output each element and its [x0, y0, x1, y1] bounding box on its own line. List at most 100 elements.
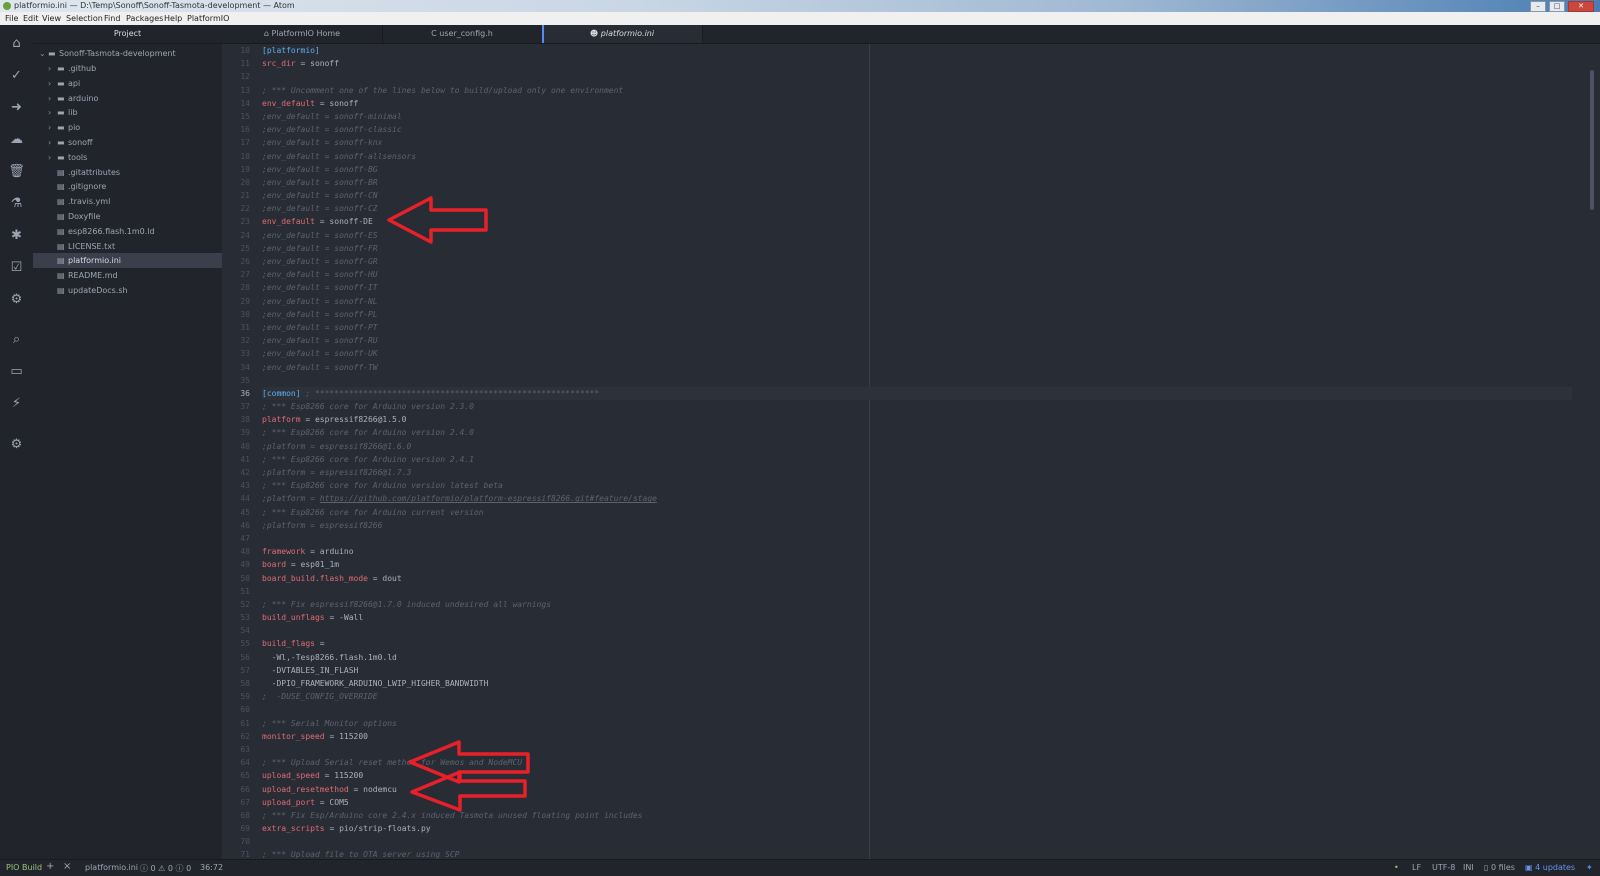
tree-folder[interactable]: › ▬ sonoff	[48, 135, 93, 150]
code-line[interactable]	[262, 585, 1572, 598]
code-editor[interactable]: 10 11 12 13 14 15 16 17 18 19 20 21 22 23 24 25 26 27 28 29…	[222, 44, 1600, 859]
menu-edit[interactable]: Edit	[23, 14, 39, 23]
plug-icon[interactable]: ⚡	[8, 395, 25, 412]
code-line[interactable]: build_unflags = -Wall	[262, 611, 1572, 624]
status-diagnostics[interactable]: ⓘ 0 ⚠ 0 ⓘ 0	[140, 863, 191, 874]
arrow-right-icon[interactable]: ➜	[8, 99, 25, 116]
close-window-button[interactable]: ✕	[1568, 1, 1594, 12]
code-line[interactable]: ; *** Fix espressif8266@1.7.0 induced un…	[262, 598, 1572, 611]
code-line[interactable]: ;env_default = sonoff-classic	[262, 123, 1572, 136]
code-line[interactable]: board_build.flash_mode = dout	[262, 572, 1572, 585]
code-line[interactable]: ; -DUSE_CONFIG_OVERRIDE	[262, 690, 1572, 703]
code-line[interactable]	[262, 70, 1572, 83]
code-line[interactable]: ;env_default = sonoff-RU	[262, 334, 1572, 347]
code-line[interactable]: ;platform = espressif8266@1.7.3	[262, 466, 1572, 479]
code-line[interactable]: ;env_default = sonoff-UK	[262, 347, 1572, 360]
updates-link[interactable]: ▣ 4 updates	[1525, 863, 1575, 872]
code-line[interactable]: ;env_default = sonoff-FR	[262, 242, 1572, 255]
code-line[interactable]: ;env_default = sonoff-CN	[262, 189, 1572, 202]
code-line[interactable]: platform = espressif8266@1.5.0	[262, 413, 1572, 426]
tree-file[interactable]: ▤ LICENSE.txt	[48, 239, 115, 254]
tab-platformio-home[interactable]: ⌂ PlatformIO Home	[222, 25, 383, 43]
code-line[interactable]: upload_speed = 115200	[262, 769, 1572, 782]
code-line[interactable]	[262, 703, 1572, 716]
code-line[interactable]: ; *** Esp8266 core for Arduino version l…	[262, 479, 1572, 492]
tree-file[interactable]: ▤ updateDocs.sh	[48, 283, 128, 298]
code-line[interactable]: ;env_default = sonoff-PL	[262, 308, 1572, 321]
code-line[interactable]	[262, 374, 1572, 387]
code-line[interactable]: upload_port = COM5	[262, 796, 1572, 809]
code-line[interactable]: upload_resetmethod = nodemcu	[262, 783, 1572, 796]
code-line[interactable]: build_flags =	[262, 637, 1572, 650]
home-icon[interactable]: ⌂	[8, 35, 25, 52]
code-line[interactable]: monitor_speed = 115200	[262, 730, 1572, 743]
tree-folder[interactable]: › ▬ arduino	[48, 91, 98, 106]
flask-icon[interactable]: ⚗	[8, 195, 25, 212]
code-line[interactable]	[262, 532, 1572, 545]
tree-file[interactable]: ▤ README.md	[48, 268, 118, 283]
pio-build-button[interactable]: PIO Build	[6, 863, 42, 872]
menu-help[interactable]: Help	[164, 14, 182, 23]
terminal-icon[interactable]: ▭	[8, 363, 25, 380]
tab-user-config[interactable]: C user_config.h	[382, 25, 543, 43]
code-line[interactable]: ; *** Serial Monitor options	[262, 717, 1572, 730]
grammar[interactable]: INI	[1463, 863, 1474, 872]
network-icon[interactable]: ⚙	[8, 291, 25, 308]
code-line[interactable]: [common] ; *****************************…	[262, 386, 1572, 401]
code-line[interactable]	[262, 743, 1572, 756]
bug-icon[interactable]: ✱	[8, 227, 25, 244]
tree-file[interactable]: ▤ platformio.ini	[33, 253, 237, 269]
tree-root-folder[interactable]: ⌄ ▬ Sonoff-Tasmota-development	[39, 46, 176, 61]
code-line[interactable]	[262, 624, 1572, 637]
cloud-upload-icon[interactable]: ☁	[8, 131, 25, 148]
code-line[interactable]: extra_scripts = pio/strip-floats.py	[262, 822, 1572, 835]
menu-file[interactable]: File	[5, 14, 18, 23]
code-line[interactable]: ; *** Esp8266 core for Arduino version 2…	[262, 453, 1572, 466]
task-list-icon[interactable]: ☑	[8, 259, 25, 276]
tree-file[interactable]: ▤ Doxyfile	[48, 209, 100, 224]
menu-selection[interactable]: Selection	[66, 14, 103, 23]
code-line[interactable]: ;platform = espressif8266@1.6.0	[262, 440, 1572, 453]
status-file-name[interactable]: platformio.ini	[85, 863, 138, 872]
menu-find[interactable]: Find	[104, 14, 120, 23]
tree-file[interactable]: ▤ esp8266.flash.1m0.ld	[48, 224, 155, 239]
code-line[interactable]: ; *** Esp8266 core for Arduino version 2…	[262, 400, 1572, 413]
code-line[interactable]: ; *** Upload file to OTA server using SC…	[262, 848, 1572, 859]
tree-folder[interactable]: › ▬ .github	[48, 61, 96, 76]
menu-packages[interactable]: Packages	[126, 14, 163, 23]
code-line[interactable]: ;platform = https://github.com/platformi…	[262, 492, 1572, 505]
code-line[interactable]: ; *** Upload Serial reset method for Wem…	[262, 756, 1572, 769]
twitter-icon[interactable]: ✦	[1586, 863, 1593, 872]
code-line[interactable]: ;env_default = sonoff-TW	[262, 361, 1572, 374]
code-line[interactable]: src_dir = sonoff	[262, 57, 1572, 70]
code-line[interactable]: [platformio]	[262, 44, 1572, 57]
menu-platformio[interactable]: PlatformIO	[187, 14, 229, 23]
file-encoding[interactable]: UTF-8	[1432, 863, 1455, 872]
tree-folder[interactable]: › ▬ api	[48, 76, 80, 91]
code-line[interactable]: ;env_default = sonoff-PT	[262, 321, 1572, 334]
tree-folder[interactable]: › ▬ tools	[48, 150, 87, 165]
code-line[interactable]: ;env_default = sonoff-knx	[262, 136, 1572, 149]
add-terminal-button[interactable]: +	[46, 861, 54, 872]
code-line[interactable]: -DVTABLES_IN_FLASH	[262, 664, 1572, 677]
code-line[interactable]: ; *** Fix Esp/Arduino core 2.4.x induced…	[262, 809, 1572, 822]
code-line[interactable]: ;env_default = sonoff-minimal	[262, 110, 1572, 123]
trash-icon[interactable]: 🗑	[8, 163, 25, 180]
code-line[interactable]: env_default = sonoff-DE	[262, 215, 1572, 228]
minimize-button[interactable]: –	[1530, 1, 1546, 12]
gear-icon[interactable]: ⚙	[8, 436, 25, 453]
close-terminal-button[interactable]: ×	[63, 861, 71, 872]
code-line[interactable]: ;env_default = sonoff-IT	[262, 281, 1572, 294]
file-count[interactable]: ▯ 0 files	[1484, 863, 1515, 872]
maximize-button[interactable]: □	[1549, 1, 1565, 12]
line-ending[interactable]: LF	[1412, 863, 1421, 872]
code-line[interactable]: ;platform = espressif8266	[262, 519, 1572, 532]
code-line[interactable]: framework = arduino	[262, 545, 1572, 558]
check-icon[interactable]: ✓	[8, 67, 25, 84]
code-line[interactable]: env_default = sonoff	[262, 97, 1572, 110]
cursor-position[interactable]: 36:72	[200, 863, 223, 872]
code-line[interactable]: board = esp01_1m	[262, 558, 1572, 571]
code-line[interactable]: ;env_default = sonoff-GR	[262, 255, 1572, 268]
tree-file[interactable]: ▤ .travis.yml	[48, 194, 110, 209]
tab-platformio-ini[interactable]: ☻ platformio.ini	[542, 25, 703, 43]
